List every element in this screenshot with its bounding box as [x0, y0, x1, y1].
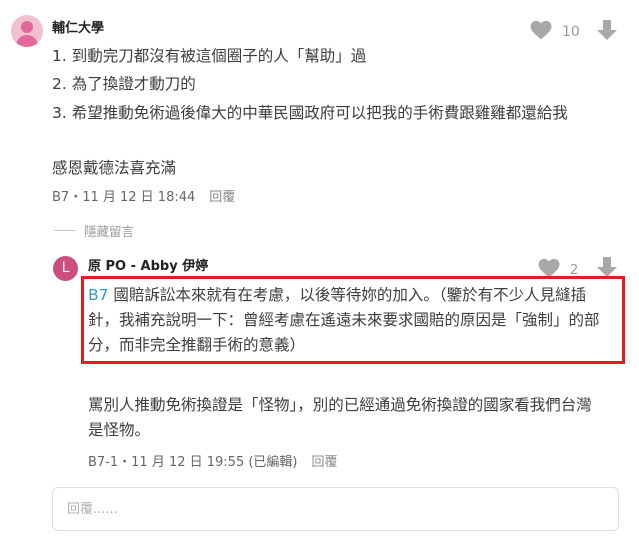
- hide-comments-label: 隱藏留言: [84, 224, 135, 239]
- comment-text-line: 感恩戴德法喜充滿: [52, 159, 177, 177]
- arrow-down-icon: [597, 20, 617, 45]
- reply-link[interactable]: 回覆: [209, 190, 235, 205]
- comment-text-line: 2. 為了換證才動刀的: [52, 75, 196, 93]
- downvote-button[interactable]: [597, 19, 617, 45]
- reply-input[interactable]: [52, 487, 619, 531]
- comment-meta: B7・11 月 12 日 18:44 回覆: [52, 186, 235, 205]
- heart-icon: [530, 20, 552, 44]
- comment-text-line: 1. 到動完刀都沒有被這個圈子的人「幫助」過: [52, 47, 367, 65]
- reply-text-line: 是怪物。: [88, 421, 151, 439]
- comment-floor-time: B7・11 月 12 日 18:44: [52, 190, 196, 205]
- reply-text-line: 罵別人推動免術換證是「怪物」，別的已經通過免術換證的國家看我們台灣: [88, 396, 592, 414]
- reply-meta: B7-1・11 月 12 日 19:55 (已編輯) 回覆: [88, 451, 338, 470]
- reply-highlighted-text: B7 國賠訴訟本來就有在考慮，以後等待妳的加入。（鑒於有不少人見縫插 針，我補充…: [88, 283, 623, 358]
- reply-text-line: 分，而非完全推翻手術的意義）: [88, 336, 306, 354]
- reply-link[interactable]: 回覆: [312, 455, 338, 470]
- comment-author[interactable]: 輔仁大學: [52, 17, 104, 36]
- like-count: 10: [562, 24, 580, 40]
- comment-thread: 輔仁大學 10 1. 到動完刀都沒有被這個圈子的人「幫助」過 2. 為了換證才動…: [0, 0, 639, 541]
- avatar[interactable]: [11, 15, 43, 47]
- avatar[interactable]: L: [53, 256, 78, 281]
- floor-reference-link[interactable]: B7: [88, 286, 109, 304]
- divider: [54, 230, 76, 231]
- reply-text-line: B7 國賠訴訟本來就有在考慮，以後等待妳的加入。（鑒於有不少人見縫插: [88, 286, 587, 304]
- reply-text-line: 針，我補充說明一下：曾經考慮在遙遠未來要求國賠的原因是「強制」的部: [88, 311, 600, 329]
- reply-author[interactable]: 原 PO - Abby 伊婷: [88, 255, 208, 274]
- reply-floor-time: B7-1・11 月 12 日 19:55 (已編輯): [88, 455, 298, 470]
- hide-comments-toggle[interactable]: 隱藏留言: [54, 221, 134, 240]
- comment-text-line: 3. 希望推動免術過後偉大的中華民國政府可以把我的手術費跟雞雞都還給我: [52, 104, 568, 122]
- reply-text: 罵別人推動免術換證是「怪物」，別的已經通過免術換證的國家看我們台灣 是怪物。: [88, 393, 592, 443]
- like-button[interactable]: 10: [530, 20, 580, 44]
